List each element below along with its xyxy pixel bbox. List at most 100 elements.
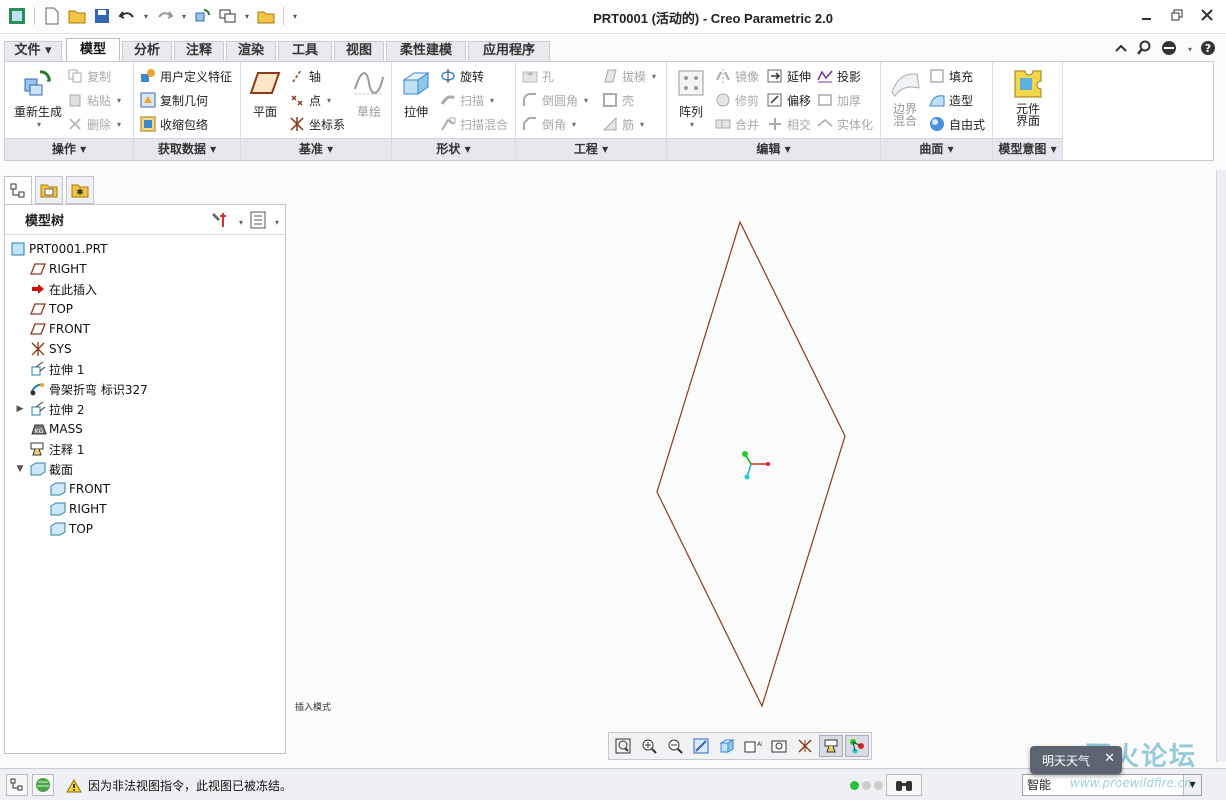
toggle-browser-button[interactable] — [32, 774, 54, 796]
refit-icon[interactable] — [611, 735, 635, 757]
undo-dropdown-icon[interactable]: ▾ — [141, 12, 151, 21]
tree-settings-dropdown-icon[interactable]: ▾ — [239, 218, 243, 227]
expand-arrow-icon[interactable]: ▶ — [15, 404, 25, 414]
tree-node[interactable]: 注释 1 — [5, 439, 285, 459]
tree-columns-dropdown-icon[interactable]: ▾ — [275, 218, 279, 227]
intersect-button[interactable]: 相交 — [767, 113, 811, 135]
zoom-out-icon[interactable] — [663, 735, 687, 757]
tree-node[interactable]: 在此插入 — [5, 279, 285, 299]
group-label-shapes[interactable]: 形状 ▾ — [392, 138, 515, 160]
hole-button[interactable]: 孔 — [522, 65, 554, 87]
tab-model-tree[interactable] — [4, 176, 32, 204]
annotation-display-icon[interactable] — [819, 735, 843, 757]
fill-button[interactable]: 填充 — [929, 65, 973, 87]
tree-settings-icon[interactable] — [211, 211, 231, 233]
graphics-canvas[interactable] — [289, 170, 1214, 730]
tree-node[interactable]: ▼ 截面 — [5, 459, 285, 479]
tree-columns-icon[interactable] — [249, 211, 267, 233]
solidify-button[interactable]: 实体化 — [817, 113, 873, 135]
paste-button[interactable]: 粘贴 ▾ — [67, 89, 121, 111]
tree-node[interactable]: ▶ 拉伸 2 — [5, 399, 285, 419]
app-logo-icon[interactable] — [6, 5, 28, 27]
search-icon[interactable] — [1136, 40, 1152, 59]
restore-icon[interactable] — [1170, 8, 1184, 22]
toggle-navigator-button[interactable] — [6, 774, 28, 796]
open-folder-icon[interactable] — [66, 5, 88, 27]
draft-button[interactable]: 拔模 ▾ — [602, 65, 656, 87]
chamfer-button[interactable]: 倒角 ▾ — [522, 113, 576, 135]
customize-toolbar-icon[interactable]: ▾ — [290, 12, 300, 21]
csys-button[interactable]: 坐标系 — [289, 113, 345, 135]
swept-blend-button[interactable]: 扫描混合 — [440, 113, 508, 135]
right-scrollbar[interactable] — [1216, 170, 1226, 762]
group-label-surfaces[interactable]: 曲面 ▾ — [881, 138, 992, 160]
tab-tools[interactable]: 工具 — [278, 41, 332, 61]
group-label-datum[interactable]: 基准 ▾ — [241, 138, 391, 160]
close-window-folder-icon[interactable] — [255, 5, 277, 27]
zoom-in-icon[interactable] — [637, 735, 661, 757]
merge-button[interactable]: 合并 — [715, 113, 759, 135]
collapse-ribbon-icon[interactable] — [1114, 42, 1128, 57]
help-icon[interactable]: ? — [1200, 40, 1216, 59]
group-label-operations[interactable]: 操作 ▾ — [5, 138, 133, 160]
undo-icon[interactable] — [116, 5, 138, 27]
spin-center-icon[interactable] — [845, 735, 869, 757]
windows-dropdown-icon[interactable]: ▾ — [242, 12, 252, 21]
graphics-area[interactable]: 插入模式 — [289, 170, 1214, 762]
style-button[interactable]: 造型 — [929, 89, 973, 111]
project-button[interactable]: 投影 — [817, 65, 861, 87]
round-button[interactable]: 倒圆角 ▾ — [522, 89, 588, 111]
freestyle-button[interactable]: 自由式 — [929, 113, 985, 135]
rib-button[interactable]: 筋 ▾ — [602, 113, 644, 135]
tab-view[interactable]: 视图 — [334, 41, 384, 61]
group-label-engineering[interactable]: 工程 ▾ — [516, 138, 666, 160]
delete-button[interactable]: 删除 ▾ — [67, 113, 121, 135]
user-defined-feature-button[interactable]: 用户定义特征 — [140, 65, 232, 87]
tree-node[interactable]: TOP — [5, 299, 285, 319]
tab-applications[interactable]: 应用程序 — [468, 41, 550, 61]
pattern-dropdown-icon[interactable]: ▾ — [673, 120, 711, 129]
tab-favorites[interactable]: ✱ — [66, 176, 94, 204]
offset-button[interactable]: 偏移 — [767, 89, 811, 111]
copy-button[interactable]: 复制 — [67, 65, 111, 87]
tab-annotate[interactable]: 注释 — [174, 41, 224, 61]
tab-file[interactable]: 文件 ▾ — [4, 41, 62, 61]
sweep-button[interactable]: 扫描 ▾ — [440, 89, 494, 111]
revolve-button[interactable]: 旋转 — [440, 65, 484, 87]
save-icon[interactable] — [91, 5, 113, 27]
group-label-model-intent[interactable]: 模型意图 ▾ — [993, 138, 1062, 160]
mirror-button[interactable]: 镜像 — [715, 65, 759, 87]
tree-node[interactable]: TOP — [5, 519, 285, 539]
minimize-icon[interactable] — [1140, 8, 1154, 22]
trim-button[interactable]: 修剪 — [715, 89, 759, 111]
tree-node[interactable]: FRONT — [5, 319, 285, 339]
tree-node[interactable]: SYS — [5, 339, 285, 359]
redo-icon[interactable] — [154, 5, 176, 27]
help-center-icon[interactable] — [1160, 40, 1178, 59]
close-icon[interactable]: ✕ — [1104, 751, 1115, 766]
tab-folder-browser[interactable] — [35, 176, 63, 204]
extrude-button[interactable]: 拉伸 — [396, 66, 436, 120]
collapse-arrow-icon[interactable]: ▼ — [15, 464, 25, 474]
windows-icon[interactable] — [217, 5, 239, 27]
help-center-dropdown-icon[interactable]: ▾ — [1188, 45, 1192, 54]
redo-dropdown-icon[interactable]: ▾ — [179, 12, 189, 21]
boundary-blend-button[interactable]: 边界混合 — [885, 66, 925, 127]
copy-geometry-button[interactable]: 复制几何 — [140, 89, 208, 111]
component-interface-button[interactable]: 元件界面 — [1005, 66, 1051, 127]
new-file-icon[interactable] — [41, 5, 63, 27]
tree-node[interactable]: FRONT — [5, 479, 285, 499]
pattern-button[interactable]: 阵列 ▾ — [671, 66, 711, 129]
repaint-icon[interactable] — [689, 735, 713, 757]
find-button[interactable] — [886, 774, 922, 796]
tab-render[interactable]: 渲染 — [226, 41, 276, 61]
extend-button[interactable]: 延伸 — [767, 65, 811, 87]
saved-orientations-icon[interactable]: AB — [741, 735, 765, 757]
point-button[interactable]: 点 ▾ — [289, 89, 331, 111]
display-style-icon[interactable] — [715, 735, 739, 757]
group-label-get-data[interactable]: 获取数据 ▾ — [134, 138, 240, 160]
shell-button[interactable]: 壳 — [602, 89, 634, 111]
tree-node[interactable]: PRT0001.PRT — [5, 239, 285, 259]
tab-flexible-modeling[interactable]: 柔性建模 — [386, 41, 466, 61]
sketch-button[interactable]: 草绘 — [349, 66, 389, 120]
